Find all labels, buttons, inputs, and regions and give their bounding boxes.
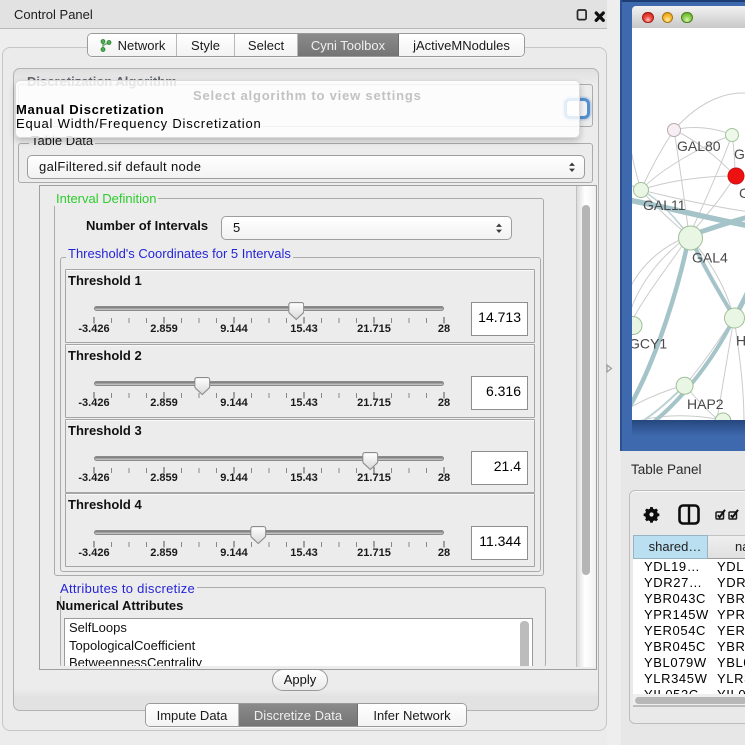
svg-text:GA: GA	[734, 146, 745, 162]
svg-text:GAL80: GAL80	[677, 138, 721, 154]
svg-text:HAP2: HAP2	[687, 396, 724, 412]
svg-text:C: C	[739, 185, 745, 201]
svg-text:GAL4: GAL4	[692, 250, 728, 266]
svg-text:HI: HI	[736, 333, 745, 349]
svg-text:GCY1: GCY1	[632, 336, 667, 352]
svg-text:GAL11: GAL11	[643, 197, 686, 213]
